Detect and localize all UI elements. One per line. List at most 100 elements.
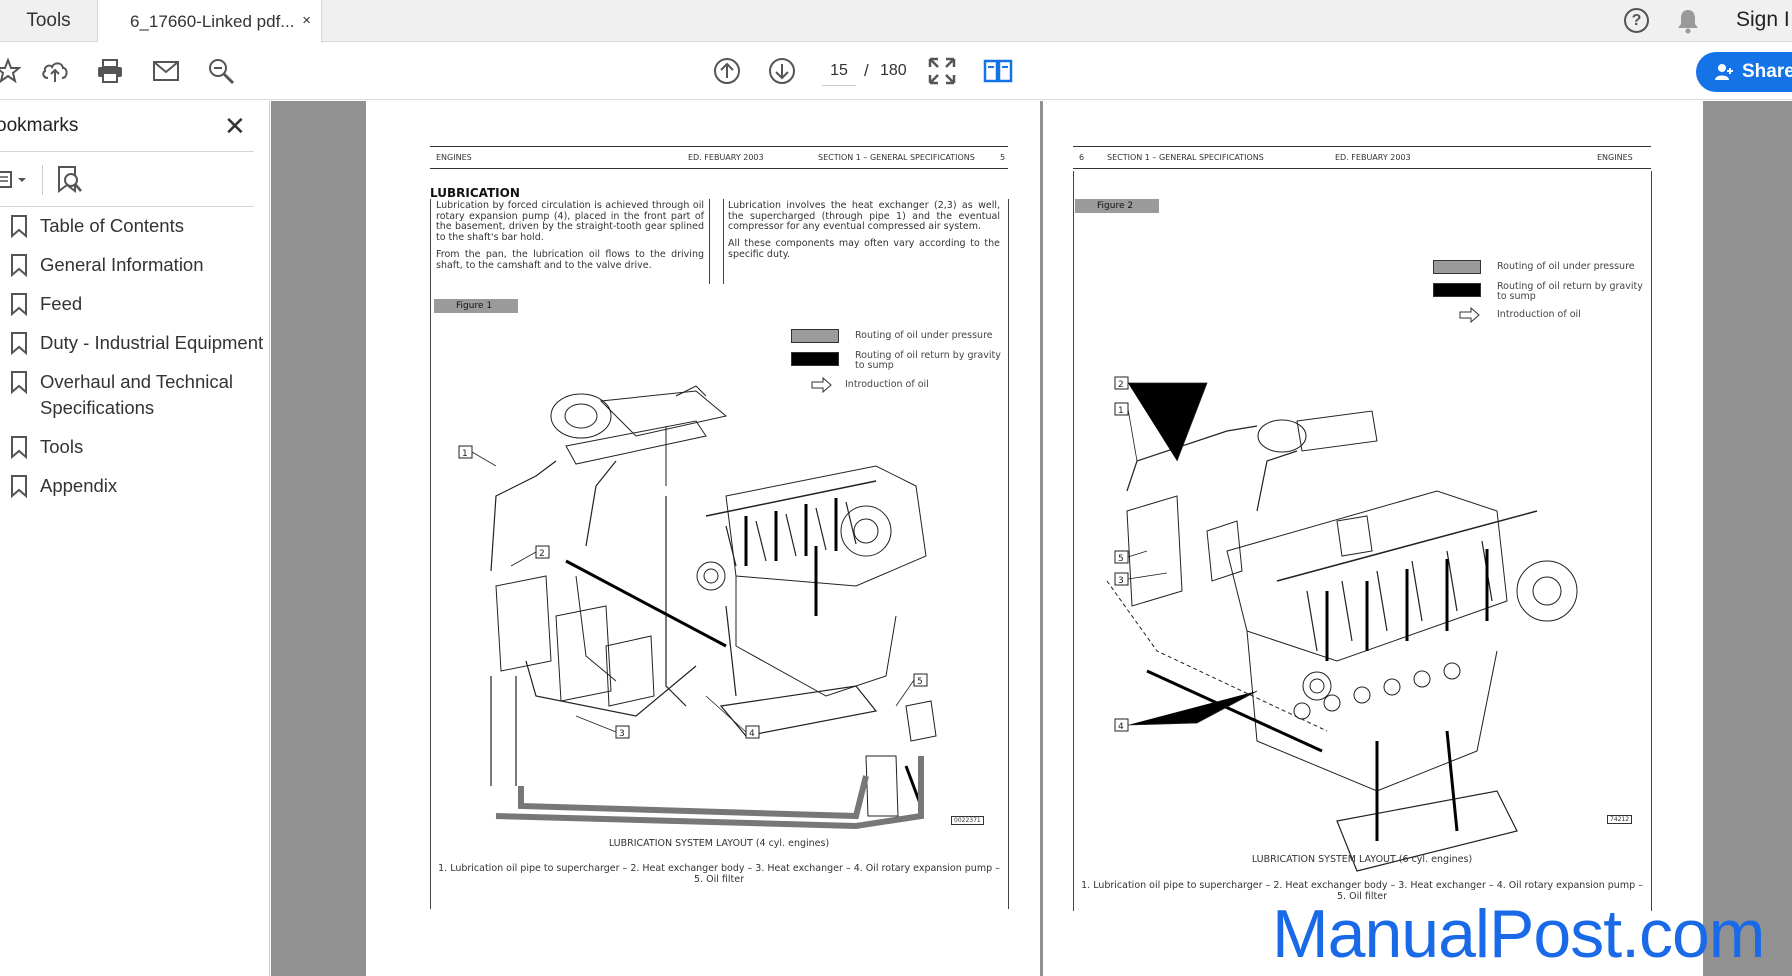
header-engines: ENGINES (436, 153, 472, 162)
header-section: SECTION 1 – GENERAL SPECIFICATIONS (818, 153, 975, 162)
engine-lubrication-diagram: 1 2 3 4 5 (458, 385, 937, 830)
column-divider (723, 199, 724, 284)
legend-swatch (1433, 283, 1481, 297)
figure-label: Figure 2 (1075, 199, 1159, 213)
bookmarks-toolbar (0, 161, 254, 201)
frame-line (430, 199, 431, 909)
bookmark-item[interactable]: Tools (0, 434, 270, 460)
watermark: ManualPost.com (1272, 896, 1765, 972)
share-button[interactable]: Share (1696, 52, 1792, 92)
bookmark-label: Tools (40, 436, 84, 457)
callout-label: 1 (1118, 406, 1124, 416)
share-label: Share (1742, 61, 1792, 82)
paragraph: From the pan, the lubrication oil flows … (436, 249, 704, 271)
bookmark-item[interactable]: Overhaul and Technical Specifications (0, 369, 270, 421)
figure-caption-text: 1. Lubrication oil pipe to supercharger … (438, 863, 1000, 885)
header-edition: ED. FEBUARY 2003 (688, 153, 764, 162)
bookmark-label: Feed (40, 293, 83, 314)
main-toolbar: 15 / 180 (0, 43, 1792, 100)
callout-label: 3 (1118, 576, 1124, 586)
callout-label: 3 (619, 729, 625, 739)
fit-page-icon[interactable] (924, 53, 960, 89)
bookmark-item[interactable]: Appendix (0, 473, 270, 499)
close-tab-icon[interactable]: × (302, 12, 311, 29)
bookmark-icon (11, 254, 27, 277)
toolbar-divider (42, 165, 43, 195)
page-header: 6 SECTION 1 – GENERAL SPECIFICATIONS ED.… (1073, 146, 1651, 169)
tab-tools[interactable]: Tools (0, 0, 98, 42)
header-edition: ED. FEBUARY 2003 (1335, 153, 1411, 162)
legend-label: Routing of oil under pressure (1497, 261, 1635, 272)
bookmark-label: Duty - Industrial Equipment (40, 332, 264, 353)
tab-bar: Tools 6_17660-Linked pdf... × ? Sign I (0, 0, 1792, 43)
bookmark-icon (11, 436, 27, 459)
bookmark-item[interactable]: General Information (0, 252, 270, 278)
callout-label: 1 (462, 449, 468, 459)
previous-page-icon[interactable] (709, 53, 745, 89)
page-header: ENGINES ED. FEBUARY 2003 SECTION 1 – GEN… (430, 146, 1008, 169)
figure-label: Figure 1 (434, 299, 518, 313)
panel-divider (0, 151, 254, 152)
print-icon[interactable] (92, 53, 128, 89)
page-total: 180 (880, 62, 907, 79)
document-viewport[interactable]: ENGINES ED. FEBUARY 2003 SECTION 1 – GEN… (271, 101, 1792, 976)
figure-code: 0022371 (951, 816, 984, 825)
email-icon[interactable] (148, 53, 184, 89)
page-number-input[interactable]: 15 (822, 56, 856, 86)
callout-label: 2 (539, 549, 545, 559)
paragraph: Lubrication by forced circulation is ach… (436, 200, 704, 243)
page-separator: / (864, 61, 869, 80)
engine-lubrication-diagram: 2 1 5 3 4 (1106, 376, 1578, 872)
paragraph: All these components may often vary acco… (728, 238, 1000, 260)
callout-label: 2 (1118, 380, 1124, 390)
cloud-upload-icon[interactable] (37, 53, 73, 89)
header-engines: ENGINES (1597, 153, 1633, 162)
bookmark-icon (11, 371, 27, 394)
tab-document[interactable]: 6_17660-Linked pdf... × (98, 0, 322, 43)
help-icon[interactable]: ? (1624, 8, 1649, 33)
bookmark-label: General Information (40, 254, 204, 275)
zoom-search-icon[interactable] (203, 53, 239, 89)
star-icon[interactable] (0, 53, 26, 89)
callout-label: 4 (1118, 722, 1124, 732)
two-page-view-icon[interactable] (980, 53, 1016, 89)
bookmarks-panel: ookmarks ✕ Table of Contents General Inf… (0, 101, 270, 976)
frame-line (1008, 199, 1009, 909)
bookmark-icon (11, 332, 27, 355)
column-divider (709, 199, 710, 284)
bookmark-list: Table of Contents General Information Fe… (0, 213, 270, 512)
callout-label: 4 (749, 729, 755, 739)
sign-in-link[interactable]: Sign I (1736, 8, 1790, 32)
bookmark-label: Appendix (40, 475, 118, 496)
figure-caption-title: LUBRICATION SYSTEM LAYOUT (6 cyl. engine… (1251, 854, 1473, 865)
bell-icon[interactable] (1676, 8, 1700, 34)
frame-line (1651, 171, 1652, 911)
pdf-reader-window: Tools 6_17660-Linked pdf... × ? Sign I 1… (0, 0, 1792, 976)
paragraph: Lubrication involves the heat exchanger … (728, 200, 1000, 232)
panel-divider (0, 206, 254, 207)
callout-label: 5 (917, 677, 923, 687)
callout-label: 5 (1118, 554, 1124, 564)
add-user-icon (1715, 64, 1733, 80)
bookmark-item[interactable]: Table of Contents (0, 213, 270, 239)
bookmark-icon (11, 475, 27, 498)
tab-document-label: 6_17660-Linked pdf... (130, 11, 295, 31)
bookmark-item[interactable]: Feed (0, 291, 270, 317)
header-page-number: 5 (1000, 153, 1006, 162)
legend-label: Routing of oil return by gravity to sump (1497, 281, 1643, 302)
figure-caption-title: LUBRICATION SYSTEM LAYOUT (4 cyl. engine… (608, 838, 830, 849)
bookmarks-panel-title: ookmarks (0, 115, 79, 136)
bookmark-item[interactable]: Duty - Industrial Equipment (0, 330, 270, 356)
bookmark-options-icon[interactable] (0, 169, 30, 191)
pdf-page-left: ENGINES ED. FEBUARY 2003 SECTION 1 – GEN… (366, 101, 1041, 976)
bookmark-label: Overhaul and Technical Specifications (40, 371, 234, 418)
figure-code: 74212 (1607, 815, 1633, 824)
next-page-icon[interactable] (764, 53, 800, 89)
bookmark-label: Table of Contents (40, 215, 184, 236)
header-page-number: 6 (1079, 153, 1085, 162)
close-panel-icon[interactable]: ✕ (224, 111, 246, 142)
bookmark-icon (11, 215, 27, 238)
find-bookmark-icon[interactable] (56, 165, 84, 195)
legend-swatch (1433, 260, 1481, 274)
section-title: LUBRICATION (430, 186, 520, 200)
